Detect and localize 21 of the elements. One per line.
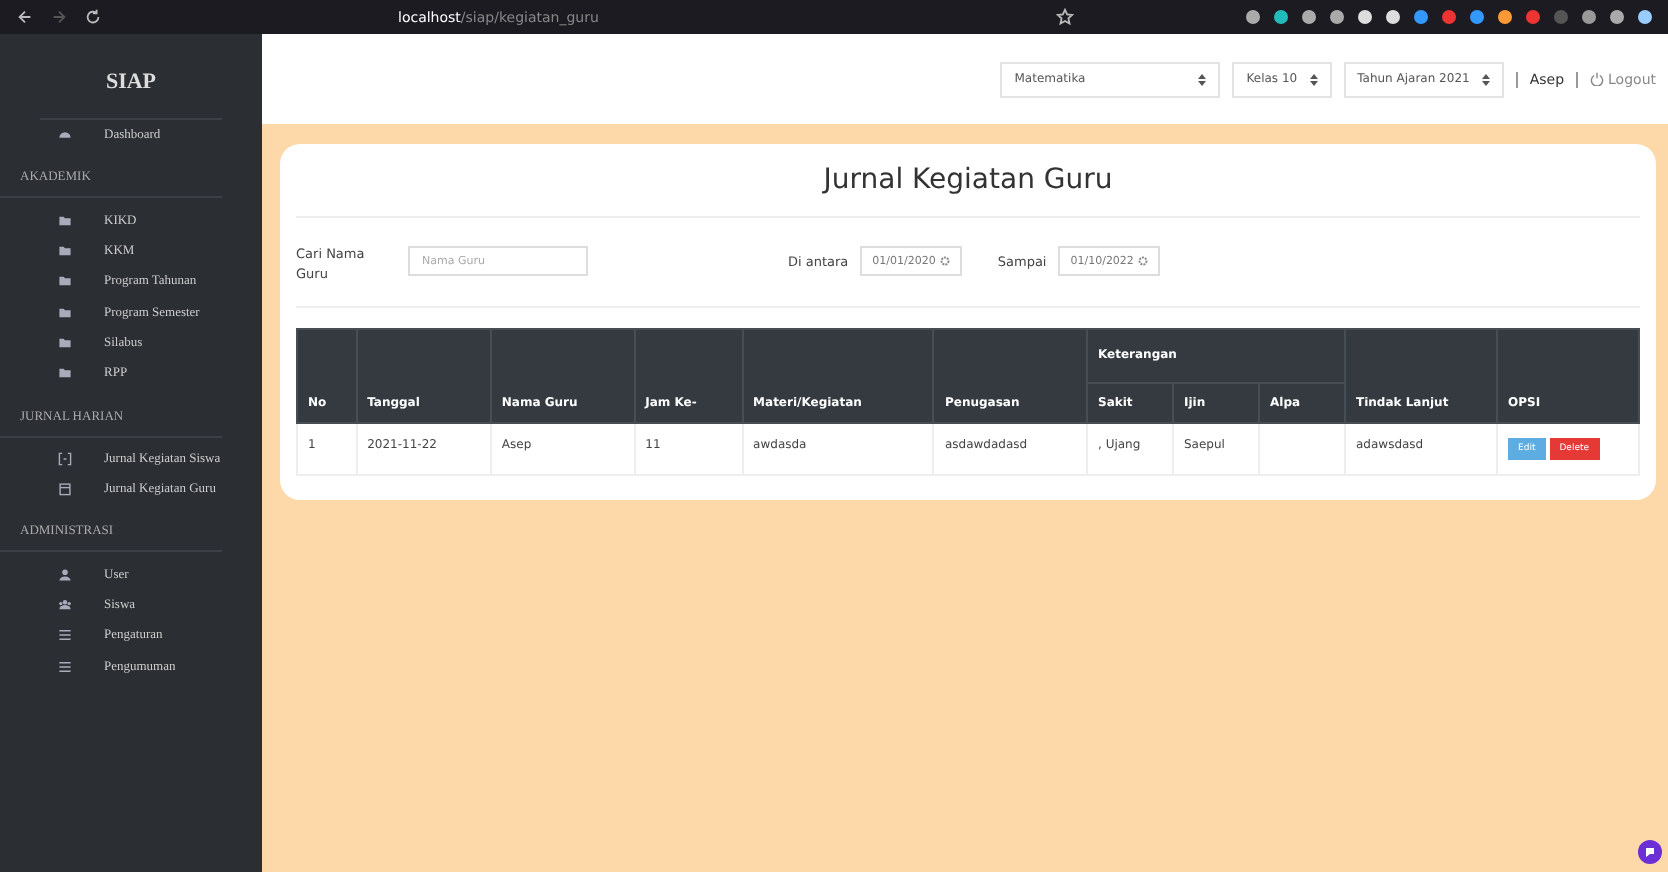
- page-title: Jurnal Kegiatan Guru: [296, 164, 1640, 218]
- brackets-icon: [58, 451, 72, 466]
- menu-icon: [58, 628, 72, 643]
- gauge-icon: [58, 128, 72, 143]
- back-icon[interactable]: [16, 8, 34, 26]
- gear-icon: [1137, 256, 1148, 266]
- folder-icon: [58, 274, 72, 289]
- user-icon: [58, 567, 72, 582]
- sort-caret-icon: [1309, 73, 1318, 85]
- users-icon: [58, 597, 72, 612]
- chat-icon[interactable]: [1638, 840, 1662, 864]
- gear-icon: [939, 256, 950, 266]
- sort-caret-icon: [1198, 73, 1207, 85]
- menu-icon: [58, 659, 72, 674]
- calendar-icon: [58, 482, 72, 497]
- brand-title: SIAP: [40, 34, 222, 120]
- reload-icon[interactable]: [84, 8, 102, 26]
- folder-icon: [58, 305, 72, 320]
- sort-caret-icon: [1481, 73, 1490, 85]
- power-icon: [1590, 72, 1605, 86]
- star-icon[interactable]: [1056, 8, 1074, 26]
